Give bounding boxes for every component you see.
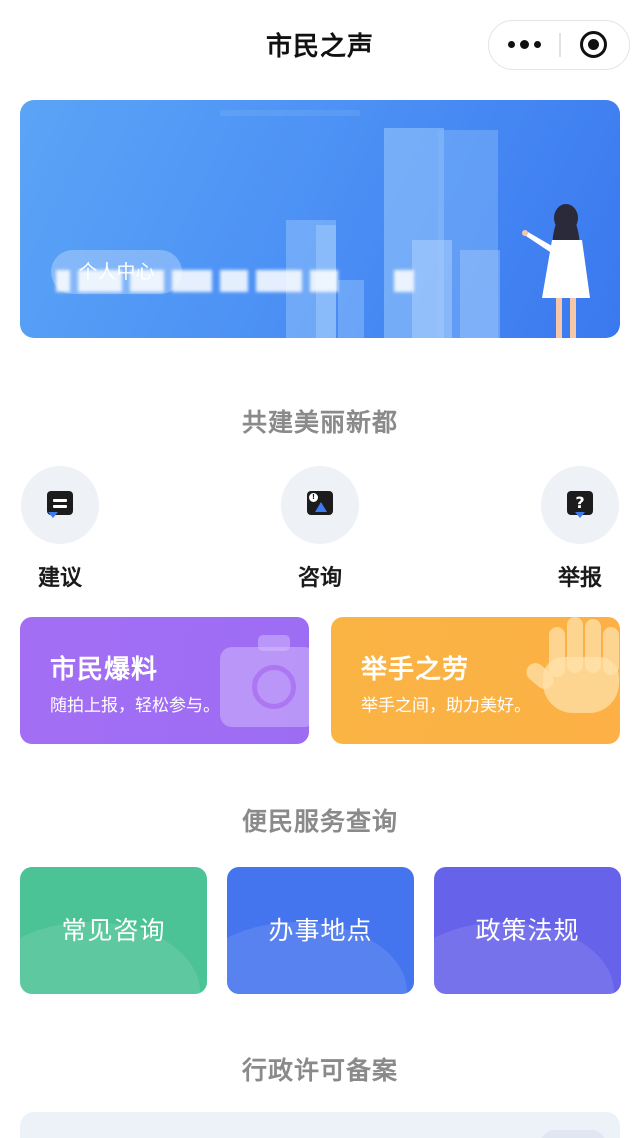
permit-card-pill	[540, 1130, 606, 1138]
section-title-permit: 行政许可备案	[241, 1056, 398, 1085]
small-help-card[interactable]: 举手之劳 举手之间，助力美好。	[331, 617, 620, 744]
faq-label: 常见咨询	[61, 916, 166, 945]
citizen-tipoff-card[interactable]: 市民爆料 随拍上报，轻松参与。	[20, 617, 309, 744]
close-target-icon[interactable]	[580, 31, 607, 58]
consult-label: 咨询	[297, 566, 342, 591]
camera-icon	[220, 635, 309, 727]
consult-icon-circle: !	[281, 466, 359, 544]
city-buildings-illustration	[220, 110, 590, 338]
report-icon-circle: ?	[541, 466, 619, 544]
consult-button[interactable]: ! 咨询	[280, 466, 360, 592]
permit-card[interactable]	[20, 1112, 620, 1138]
report-button[interactable]: ? 举报	[540, 466, 620, 592]
personal-center-button[interactable]: 个人中心	[51, 250, 182, 294]
policy-regulation-label: 政策法规	[475, 916, 580, 945]
section-title-service: 便民服务查询	[241, 807, 398, 836]
hand-icon	[522, 617, 620, 727]
citizen-tipoff-subtitle: 随拍上报，轻松参与。	[50, 696, 220, 716]
capsule-divider	[559, 33, 561, 57]
report-label: 举报	[557, 566, 602, 591]
section-title-build: 共建美丽新都	[241, 408, 398, 437]
small-help-subtitle: 举手之间，助力美好。	[361, 696, 531, 716]
suggestion-button[interactable]: 建议	[20, 466, 100, 592]
faq-tile[interactable]: 常见咨询	[20, 867, 207, 994]
citizen-tipoff-title: 市民爆料	[50, 655, 159, 685]
suggestion-label: 建议	[37, 566, 82, 591]
more-icon[interactable]	[489, 21, 559, 68]
consult-icon: !	[307, 491, 333, 515]
mini-program-capsule	[488, 20, 630, 70]
office-location-tile[interactable]: 办事地点	[227, 867, 414, 994]
policy-regulation-tile[interactable]: 政策法规	[434, 867, 621, 994]
top-bar: 市民之声	[0, 0, 640, 90]
report-icon: ?	[567, 491, 593, 518]
office-location-label: 办事地点	[268, 916, 373, 945]
small-help-title: 举手之劳	[361, 655, 470, 685]
suggestion-icon	[47, 491, 73, 518]
hero-banner: 个人中心	[20, 100, 620, 338]
suggestion-icon-circle	[21, 466, 99, 544]
